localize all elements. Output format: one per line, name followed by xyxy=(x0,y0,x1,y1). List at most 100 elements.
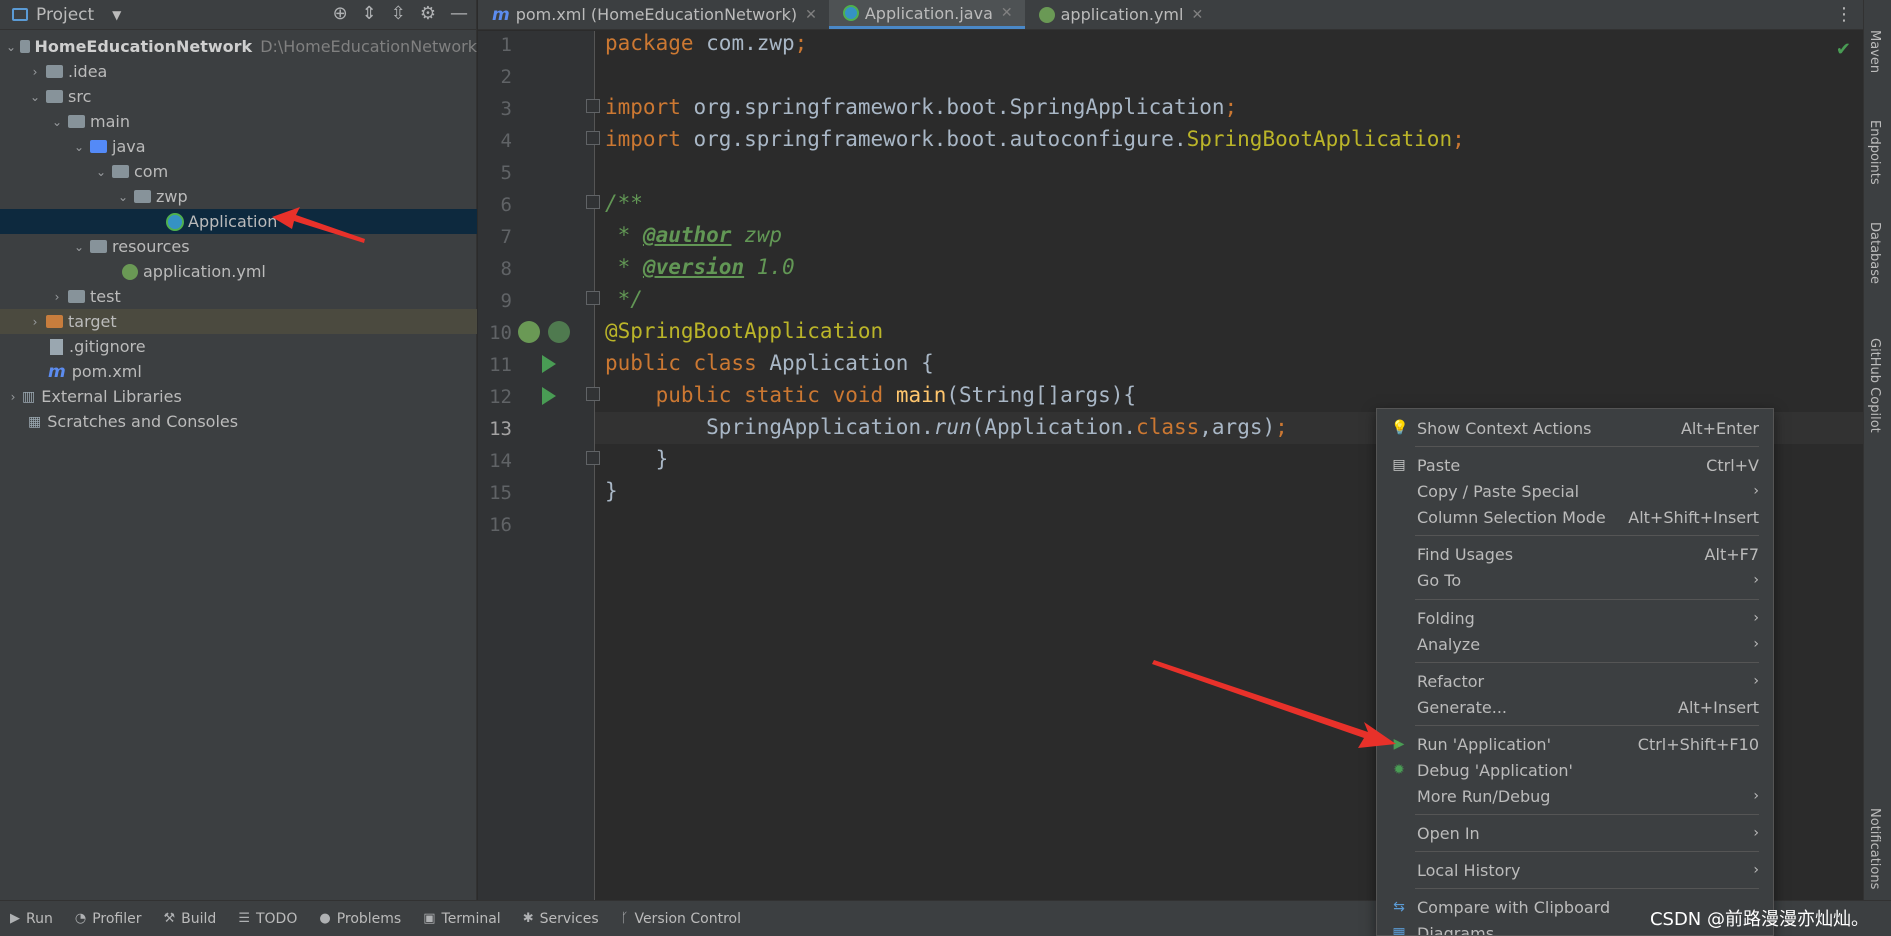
tree-item-gitignore[interactable]: .gitignore xyxy=(0,334,477,359)
more-options-icon[interactable]: ⋮ xyxy=(1835,0,1863,29)
tab-pom-xml[interactable]: m pom.xml (HomeEducationNetwork) ✕ xyxy=(478,0,829,29)
close-icon[interactable]: ✕ xyxy=(805,7,817,23)
chevron-down-icon[interactable]: ⌄ xyxy=(116,190,130,204)
menu-item-run-application[interactable]: ▶ Run 'Application' Ctrl+Shift+F10 xyxy=(1377,731,1773,757)
fold-icon[interactable] xyxy=(586,195,600,209)
run-gutter-icon[interactable] xyxy=(542,387,556,405)
annotation-text: SpringBootApplication xyxy=(1186,127,1453,151)
chevron-right-icon[interactable]: › xyxy=(28,315,42,329)
fold-icon[interactable] xyxy=(586,291,600,305)
chevron-down-icon[interactable]: ⌄ xyxy=(94,165,108,179)
tree-item-java[interactable]: ⌄ java xyxy=(0,134,477,159)
locate-icon[interactable]: ⊕ xyxy=(333,3,348,24)
tree-label: .idea xyxy=(68,62,108,81)
fold-icon[interactable] xyxy=(586,387,600,401)
tree-label: application.yml xyxy=(143,262,266,281)
tool-maven[interactable]: Maven xyxy=(1867,30,1882,73)
run-gutter-icon[interactable] xyxy=(542,355,556,373)
collapse-all-icon[interactable]: ⇳ xyxy=(391,3,406,24)
menu-item-go-to[interactable]: Go To › xyxy=(1377,567,1773,593)
chevron-down-icon[interactable]: ⌄ xyxy=(72,140,86,154)
tool-todo[interactable]: ☰ TODO xyxy=(238,911,297,927)
tool-build[interactable]: ⚒ Build xyxy=(164,911,217,927)
tree-item-zwp[interactable]: ⌄ zwp xyxy=(0,184,477,209)
chevron-right-icon[interactable]: › xyxy=(28,65,42,79)
expand-all-icon[interactable]: ⇕ xyxy=(362,3,377,24)
close-icon[interactable]: ✕ xyxy=(1191,7,1203,23)
tree-item-root[interactable]: ⌄ HomeEducationNetwork D:\HomeEducationN… xyxy=(0,34,477,59)
lightbulb-icon: 💡 xyxy=(1391,420,1409,436)
tool-profiler[interactable]: ◔ Profiler xyxy=(75,911,142,927)
close-icon[interactable]: ✕ xyxy=(1001,5,1013,21)
menu-item-column-selection-mode[interactable]: Column Selection Mode Alt+Shift+Insert xyxy=(1377,504,1773,530)
tree-item-test[interactable]: › test xyxy=(0,284,477,309)
menu-label: Generate... xyxy=(1417,697,1507,717)
tool-terminal[interactable]: ▣ Terminal xyxy=(423,911,500,927)
line-number: 5 xyxy=(500,162,512,184)
tool-version-control[interactable]: ᚴ Version Control xyxy=(621,911,741,927)
menu-item-local-history[interactable]: Local History › xyxy=(1377,857,1773,883)
menu-item-show-context-actions[interactable]: 💡 Show Context Actions Alt+Enter xyxy=(1377,415,1773,441)
menu-item-find-usages[interactable]: Find Usages Alt+F7 xyxy=(1377,541,1773,567)
chevron-down-icon[interactable]: ⌄ xyxy=(50,115,64,129)
tool-services[interactable]: ✱ Services xyxy=(523,911,599,927)
tab-application-yml[interactable]: application.yml ✕ xyxy=(1025,0,1216,29)
menu-item-generate[interactable]: Generate... Alt+Insert xyxy=(1377,694,1773,720)
menu-item-more-run-debug[interactable]: More Run/Debug › xyxy=(1377,783,1773,809)
menu-item-paste[interactable]: ▤ Paste Ctrl+V xyxy=(1377,452,1773,478)
spring-yaml-icon xyxy=(1038,6,1055,23)
tool-run[interactable]: ▶ Run xyxy=(10,911,53,927)
inspection-ok-icon[interactable]: ✔ xyxy=(1836,39,1851,60)
gear-icon[interactable]: ⚙ xyxy=(420,3,436,24)
chevron-down-icon[interactable]: ⌄ xyxy=(28,90,42,104)
menu-item-folding[interactable]: Folding › xyxy=(1377,605,1773,631)
menu-item-analyze[interactable]: Analyze › xyxy=(1377,631,1773,657)
tab-label: application.yml xyxy=(1060,5,1184,24)
clipboard-icon: ▤ xyxy=(1392,457,1406,473)
menu-shortcut: Ctrl+Shift+F10 xyxy=(1637,734,1759,754)
tree-item-idea[interactable]: › .idea xyxy=(0,59,477,84)
hammer-icon: ⚒ xyxy=(163,911,176,926)
tab-application-java[interactable]: Application.java ✕ xyxy=(828,0,1025,29)
folder-icon xyxy=(68,115,85,128)
tool-endpoints[interactable]: Endpoints xyxy=(1867,120,1882,185)
code-line-1: package com.zwp; xyxy=(605,31,807,55)
line-number: 7 xyxy=(500,226,512,248)
keyword: package xyxy=(605,31,694,55)
menu-separator xyxy=(1415,888,1759,889)
tree-item-application-yml[interactable]: application.yml xyxy=(0,259,477,284)
tool-problems[interactable]: ● Problems xyxy=(319,911,401,927)
tree-item-main[interactable]: ⌄ main xyxy=(0,109,477,134)
chevron-right-icon[interactable]: › xyxy=(6,390,20,404)
menu-item-refactor[interactable]: Refactor › xyxy=(1377,668,1773,694)
tree-item-pom[interactable]: m pom.xml xyxy=(0,359,477,384)
menu-item-debug-application[interactable]: ✹ Debug 'Application' xyxy=(1377,757,1773,783)
menu-item-copy-paste-special[interactable]: Copy / Paste Special › xyxy=(1377,478,1773,504)
tree-item-scratches[interactable]: ▦ Scratches and Consoles xyxy=(0,409,477,434)
code-line-4: import org.springframework.boot.autoconf… xyxy=(605,127,1465,151)
tree-item-com[interactable]: ⌄ com xyxy=(0,159,477,184)
tree-item-resources[interactable]: ⌄ resources xyxy=(0,234,477,259)
fold-icon[interactable] xyxy=(586,99,600,113)
chevron-right-icon: › xyxy=(1753,610,1759,626)
tool-github-copilot[interactable]: GitHub Copilot xyxy=(1867,338,1882,433)
menu-separator xyxy=(1415,599,1759,600)
chevron-down-icon[interactable]: ▼ xyxy=(112,8,121,22)
chevron-down-icon[interactable]: ⌄ xyxy=(72,240,86,254)
fold-icon[interactable] xyxy=(586,451,600,465)
menu-item-open-in[interactable]: Open In › xyxy=(1377,820,1773,846)
fold-icon[interactable] xyxy=(586,131,600,145)
spring-bean-icon[interactable] xyxy=(518,321,540,343)
chevron-down-icon[interactable]: ⌄ xyxy=(6,40,16,54)
tool-database[interactable]: Database xyxy=(1867,222,1882,284)
chevron-right-icon[interactable]: › xyxy=(50,290,64,304)
tree-item-external-libraries[interactable]: › ▥ External Libraries xyxy=(0,384,477,409)
project-panel-header[interactable]: Project ▼ ⊕ ⇕ ⇳ ⚙ — xyxy=(0,0,476,30)
tree-item-src[interactable]: ⌄ src xyxy=(0,84,477,109)
static-method: run xyxy=(933,415,972,439)
spring-config-icon[interactable] xyxy=(548,321,570,343)
tree-item-target[interactable]: › target xyxy=(0,309,477,334)
tool-notifications[interactable]: Notifications xyxy=(1867,808,1882,889)
minimize-icon[interactable]: — xyxy=(450,3,468,24)
tree-item-application[interactable]: Application xyxy=(0,209,477,234)
